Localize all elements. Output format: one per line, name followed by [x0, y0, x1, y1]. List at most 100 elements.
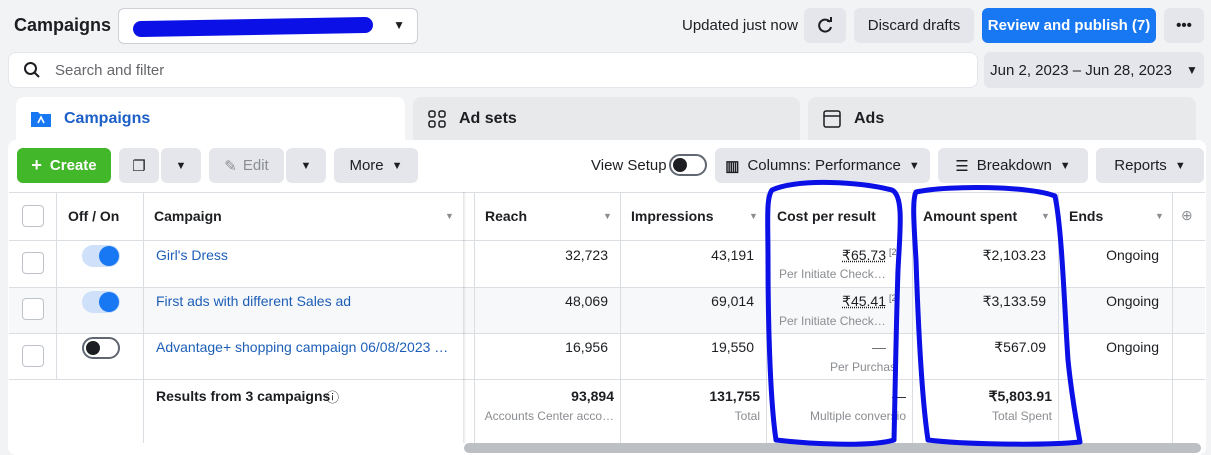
sort-icon[interactable]: ▼ [1041, 211, 1050, 221]
header-impressions[interactable]: Impressions [631, 208, 713, 224]
sort-icon[interactable]: ▼ [445, 211, 454, 221]
totals-impressions-sub: Total [734, 409, 760, 423]
cost-footnote: [2 [889, 293, 897, 303]
column-divider [143, 192, 144, 443]
campaign-link[interactable]: Advantage+ shopping campaign 06/08/2023 … [156, 339, 448, 355]
impressions-cell: 19,550 [711, 339, 754, 355]
column-divider [474, 192, 475, 443]
column-divider [1058, 192, 1059, 443]
chevron-down-icon: ▼ [1185, 63, 1198, 77]
grid-icon [427, 109, 447, 129]
sort-icon[interactable]: ▼ [603, 211, 612, 221]
plus-icon: + [31, 155, 42, 175]
chevron-down-icon: ▼ [300, 159, 312, 172]
edit-button[interactable]: ✎ Edit [209, 148, 284, 183]
view-setup-label: View Setup [591, 157, 667, 174]
impressions-cell: 69,014 [711, 293, 754, 309]
row-border [9, 379, 1205, 380]
create-button[interactable]: + Create [17, 148, 111, 183]
ends-cell: Ongoing [1106, 293, 1159, 309]
sort-icon[interactable]: ▼ [749, 211, 758, 221]
view-setup-toggle[interactable] [669, 154, 707, 176]
header-campaign[interactable]: Campaign [154, 208, 222, 224]
date-range-text: Jun 2, 2023 – Jun 28, 2023 [990, 61, 1172, 79]
reports-button[interactable]: Reports ▼ [1096, 148, 1204, 183]
create-label: Create [49, 157, 97, 174]
search-input[interactable]: Search and filter [8, 52, 978, 88]
column-divider [620, 192, 621, 443]
chevron-down-icon: ▼ [908, 159, 920, 172]
pencil-icon: ✎ [224, 157, 237, 175]
breakdown-button[interactable]: ☰ Breakdown ▼ [938, 148, 1088, 183]
tab-ad-sets[interactable]: Ad sets [413, 97, 800, 141]
columns-icon: ▥ [725, 157, 740, 175]
cost-cell: — [872, 339, 886, 355]
row-checkbox[interactable] [22, 298, 44, 320]
amount-cell: ₹2,103.23 [982, 247, 1046, 263]
column-divider [56, 192, 57, 379]
cost-cell[interactable]: ₹65.73 [772, 247, 886, 264]
reach-cell: 48,069 [565, 293, 608, 309]
more-options-button[interactable]: ••• [1164, 8, 1204, 43]
duplicate-button[interactable]: ❐ [119, 148, 159, 183]
cost-cell[interactable]: ₹45.41 [772, 293, 886, 310]
columns-button[interactable]: ▥ Columns: Performance ▼ [715, 148, 930, 183]
discard-drafts-button[interactable]: Discard drafts [854, 8, 974, 43]
campaign-link[interactable]: First ads with different Sales ad [156, 293, 351, 309]
header-cost-per-result[interactable]: Cost per result [777, 208, 876, 224]
copy-icon: ❐ [132, 157, 146, 175]
totals-amount-sub: Total Spent [991, 409, 1052, 423]
edit-label: Edit [242, 157, 269, 174]
campaign-link[interactable]: Girl's Dress [156, 247, 228, 263]
totals-reach-sub: Accounts Center acco… [484, 409, 614, 423]
cost-subtext: Per Initiate Check… [779, 314, 886, 328]
breakdown-icon: ☰ [955, 157, 969, 175]
select-all-checkbox[interactable] [22, 205, 44, 227]
amount-cell: ₹3,133.59 [982, 293, 1046, 309]
tab-ads[interactable]: Ads [808, 97, 1196, 141]
duplicate-dropdown[interactable]: ▼ [161, 148, 201, 183]
header-amount-spent[interactable]: Amount spent [923, 208, 1017, 224]
row-border [9, 287, 1205, 288]
row-checkbox[interactable] [22, 345, 44, 367]
updated-status: Updated just now [682, 17, 798, 34]
row-border [9, 333, 1205, 334]
info-icon[interactable]: ⓘ [326, 387, 339, 406]
cost-subtext: Per Purchas [829, 360, 896, 374]
breakdown-label: Breakdown [976, 157, 1052, 174]
totals-amount: ₹5,803.91 [988, 388, 1052, 404]
edit-dropdown[interactable]: ▼ [286, 148, 326, 183]
header-ends[interactable]: Ends [1069, 208, 1103, 224]
campaign-toggle[interactable] [82, 337, 120, 359]
impressions-cell: 43,191 [711, 247, 754, 263]
date-range-picker[interactable]: Jun 2, 2023 – Jun 28, 2023 ▼ [984, 52, 1204, 88]
add-column-icon[interactable]: ⊕ [1181, 207, 1193, 224]
row-checkbox[interactable] [22, 252, 44, 274]
tab-label: Ad sets [459, 110, 517, 127]
cost-subtext: Per Initiate Check… [779, 267, 886, 281]
account-selector[interactable]: ▼ [118, 8, 418, 44]
totals-reach: 93,894 [571, 388, 614, 404]
totals-impressions: 131,755 [709, 388, 760, 404]
column-divider [766, 192, 767, 443]
totals-cost-sub: Multiple conversio [809, 409, 906, 423]
amount-cell: ₹567.09 [994, 339, 1046, 355]
refresh-icon [818, 16, 832, 33]
tab-campaigns[interactable]: Campaigns [16, 97, 405, 141]
sort-icon[interactable]: ▼ [1155, 211, 1164, 221]
totals-label: Results from 3 campaigns [156, 388, 331, 404]
totals-cost: — [892, 388, 906, 404]
refresh-button[interactable] [804, 8, 846, 43]
header-off-on: Off / On [68, 208, 120, 224]
ends-cell: Ongoing [1106, 247, 1159, 263]
tab-label: Campaigns [64, 110, 151, 127]
horizontal-scrollbar[interactable] [464, 443, 1201, 453]
chevron-down-icon: ▼ [393, 18, 405, 32]
campaign-toggle[interactable] [82, 245, 120, 267]
header-reach[interactable]: Reach [485, 208, 527, 224]
reports-label: Reports [1114, 157, 1167, 174]
review-publish-button[interactable]: Review and publish (7) [982, 8, 1156, 43]
more-button[interactable]: More ▼ [334, 148, 418, 183]
tab-label: Ads [854, 110, 885, 127]
campaign-toggle[interactable] [82, 291, 120, 313]
